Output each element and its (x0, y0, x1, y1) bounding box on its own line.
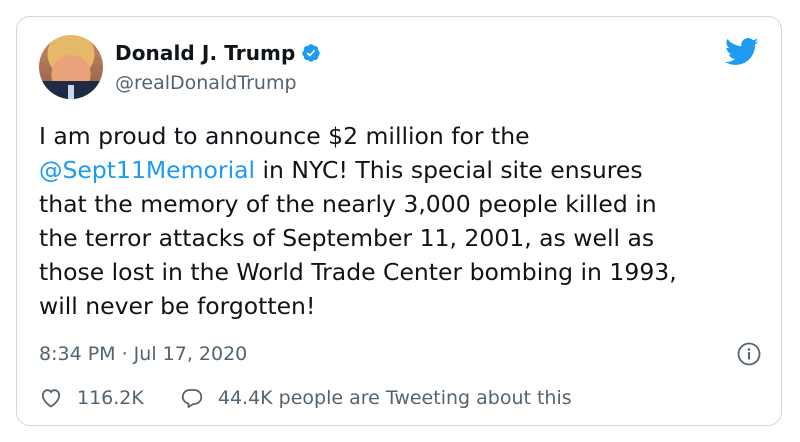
speech-bubble-icon (181, 389, 203, 408)
tweet-timestamp[interactable]: 8:34 PM · Jul 17, 2020 (39, 343, 247, 365)
avatar[interactable] (39, 35, 103, 99)
author-name[interactable]: Donald J. Trump (115, 41, 295, 65)
tweet-card[interactable]: Donald J. Trump @realDonaldTrump I am pr… (16, 16, 782, 426)
mention-link[interactable]: @Sept11Memorial (39, 156, 255, 184)
conversation-button[interactable]: 44.4K people are Tweeting about this (180, 386, 572, 410)
tweet-text: I am proud to announce $2 million for th… (39, 119, 769, 323)
info-icon[interactable] (737, 342, 761, 366)
tweet-text-part: I am proud to announce $2 million for th… (39, 122, 530, 150)
heart-icon (41, 389, 61, 408)
twitter-bird-icon[interactable] (725, 37, 759, 67)
author-name-row[interactable]: Donald J. Trump (115, 41, 321, 65)
like-count: 116.2K (77, 387, 144, 409)
tweet-actions: 116.2K 44.4K people are Tweeting about t… (39, 386, 761, 410)
verified-badge-icon (302, 44, 321, 62)
author-handle[interactable]: @realDonaldTrump (115, 72, 297, 94)
avatar-tie (68, 85, 74, 99)
conversation-text: 44.4K people are Tweeting about this (217, 387, 572, 409)
like-button[interactable]: 116.2K (39, 386, 144, 410)
